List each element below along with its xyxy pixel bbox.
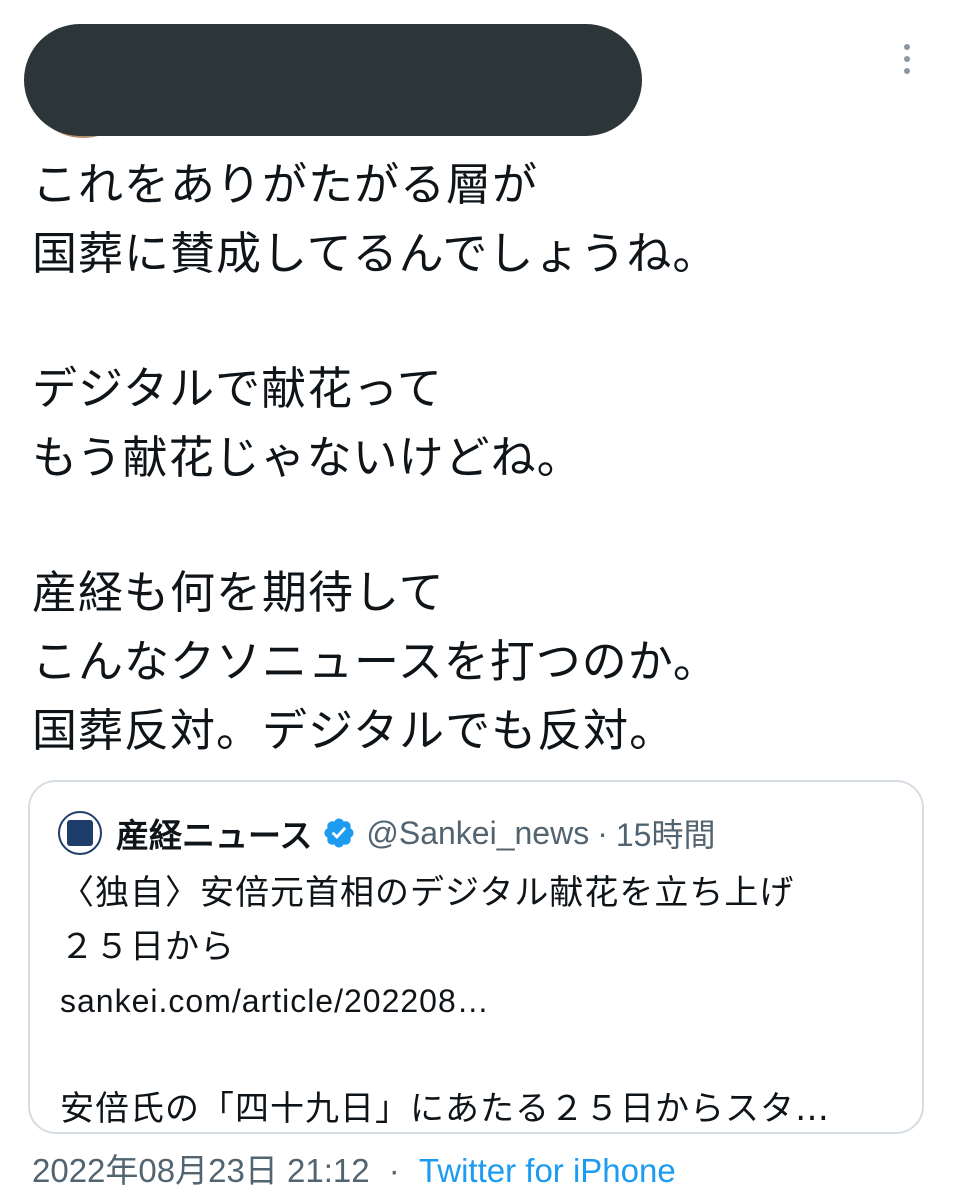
separator-dot: · bbox=[388, 1152, 400, 1189]
tweet-text-line: 産経も何を期待して bbox=[32, 566, 445, 619]
tweet-text-line: これをありがたがる層が bbox=[32, 158, 539, 211]
tweet-text: これをありがたがる層が 国葬に賛成してるんでしょうね。 デジタルで献花って もう… bbox=[32, 150, 932, 765]
tweet-source-link[interactable]: Twitter for iPhone bbox=[419, 1152, 676, 1189]
tweet-timestamp[interactable]: 2022年08月23日 21:12 bbox=[32, 1152, 370, 1189]
tweet-text-line: 国葬反対。デジタルでも反対。 bbox=[32, 704, 676, 757]
quoted-text-line: ２５日から bbox=[60, 927, 235, 967]
more-vertical-icon[interactable] bbox=[896, 44, 918, 80]
quoted-text-line: 安倍氏の「四十九日」にあたる２５日からスタ… bbox=[60, 1089, 830, 1129]
quoted-tweet-text: 〈独自〉安倍元首相のデジタル献花を立ち上げ ２５日から sankei.com/a… bbox=[60, 866, 910, 1136]
sankei-logo-avatar[interactable] bbox=[58, 811, 102, 855]
tweet-text-blank bbox=[32, 492, 932, 558]
tweet-text-line: デジタルで献花って bbox=[32, 362, 443, 415]
tweet-text-line: こんなクソニュースを打つのか。 bbox=[32, 635, 719, 688]
quoted-tweet-time[interactable]: 15時間 bbox=[616, 810, 716, 856]
quoted-text-blank bbox=[60, 1028, 910, 1082]
quoted-text-line: 〈独自〉安倍元首相のデジタル献花を立ち上げ bbox=[60, 873, 795, 913]
quoted-author-handle[interactable]: @Sankei_news bbox=[366, 815, 589, 852]
tweet-footer: 2022年08月23日 21:12 · Twitter for iPhone bbox=[32, 1146, 676, 1196]
verified-badge-icon bbox=[324, 818, 354, 848]
quoted-author-name[interactable]: 産経ニュース bbox=[116, 809, 312, 857]
tweet-header bbox=[0, 0, 954, 150]
separator-dot: · bbox=[597, 814, 608, 851]
redacted-user-info bbox=[24, 24, 642, 136]
tweet-text-blank bbox=[32, 288, 932, 354]
tweet-text-line: もう献花じゃないけどね。 bbox=[32, 431, 583, 484]
quoted-tweet-card[interactable]: 産経ニュース @Sankei_news · 15時間 〈独自〉安倍元首相のデジタ… bbox=[28, 780, 924, 1134]
quoted-tweet-header: 産経ニュース @Sankei_news · 15時間 bbox=[58, 806, 715, 860]
quoted-article-link[interactable]: sankei.com/article/202208… bbox=[60, 974, 910, 1028]
tweet-text-line: 国葬に賛成してるんでしょうね。 bbox=[32, 227, 719, 280]
